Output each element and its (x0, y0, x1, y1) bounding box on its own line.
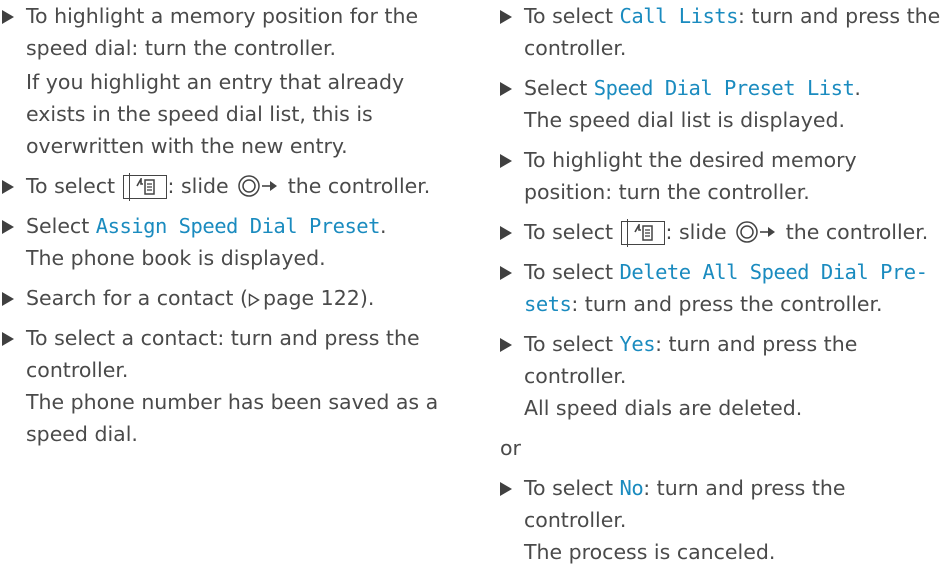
result-text: The phone book is displayed. (26, 246, 326, 270)
instruction-select-key: To select : slide the controller. (500, 216, 945, 248)
menu-item-yes: Yes (619, 332, 656, 356)
instruction-text: the controller. (785, 220, 929, 244)
instruction-highlight-memory: To highlight a memory position for the s… (2, 0, 462, 64)
instruction-text: To select (524, 260, 614, 284)
instruction-text: To highlight the desired memory position… (524, 148, 857, 204)
result-text: The phone number has been saved as a spe… (26, 390, 439, 446)
punctuation: ). (359, 286, 375, 310)
note-overwrite: If you highlight an entry that already e… (2, 66, 462, 162)
menu-item-assign-speed-dial-preset: Assign Speed Dial Preset (95, 214, 381, 238)
left-column: To highlight a memory position for the s… (2, 0, 462, 458)
right-column: To select Call Lists : turn and press the… (500, 0, 945, 576)
result-text: All speed dials are deleted. (524, 396, 803, 420)
instruction-text: To select (524, 332, 614, 356)
instruction-text: To select (524, 220, 614, 244)
instruction-text: : slide (167, 174, 229, 198)
instruction-text: Search for a contact ( (26, 286, 248, 310)
menu-item-delete-all-speed-dial-presets-cont: sets (524, 292, 572, 316)
instruction-text: To select (524, 4, 614, 28)
instruction-text: the controller. (287, 174, 431, 198)
instruction-text: : slide (665, 220, 727, 244)
instruction-select-call-lists: To select Call Lists: turn and press the… (500, 0, 945, 64)
instruction-highlight-position: To highlight the desired memory position… (500, 144, 945, 208)
phone-book-key-icon (122, 173, 167, 201)
slide-right-controller-icon (736, 221, 776, 243)
instruction-text: To select (26, 174, 116, 198)
phone-book-key-icon (620, 219, 665, 247)
slide-right-controller-icon (238, 175, 278, 197)
instruction-text: : turn and press the controller. (571, 292, 883, 316)
menu-item-delete-all-speed-dial-presets: Delete All Speed Dial Pre- (619, 260, 928, 284)
instruction-delete-all: To select Delete All Speed Dial Pre-sets… (500, 256, 945, 320)
instruction-text: To select a contact: turn and press the … (26, 326, 420, 382)
instruction-select-contact: To select a contact: turn and press the … (2, 322, 462, 450)
result-text: The speed dial list is displayed. (524, 108, 846, 132)
instruction-text: To highlight a memory position for the s… (26, 4, 419, 60)
note-text: If you highlight an entry that already e… (26, 70, 405, 158)
page-reference-triangle-icon (248, 293, 260, 307)
menu-item-no: No (619, 476, 644, 500)
instruction-select-no: To select No: turn and press the control… (500, 472, 945, 568)
punctuation: . (854, 76, 861, 100)
instruction-select-preset-list: Select Speed Dial Preset List. The speed… (500, 72, 945, 136)
punctuation: . (380, 214, 387, 238)
instruction-select-key: To select : slide the controller. (2, 170, 462, 202)
or-separator: or (500, 436, 521, 460)
instruction-assign-speed-dial: Select Assign Speed Dial Preset. The pho… (2, 210, 462, 274)
instruction-text: Select (524, 76, 588, 100)
menu-item-speed-dial-preset-list: Speed Dial Preset List (593, 76, 855, 100)
instruction-search-contact: Search for a contact ( page 122). (2, 282, 462, 314)
menu-item-call-lists: Call Lists (619, 4, 739, 28)
result-text: The process is canceled. (524, 540, 776, 564)
instruction-text: Select (26, 214, 90, 238)
instruction-select-yes: To select Yes: turn and press the contro… (500, 328, 945, 424)
instruction-text: To select (524, 476, 614, 500)
page-reference-link[interactable]: page 122 (263, 286, 360, 310)
